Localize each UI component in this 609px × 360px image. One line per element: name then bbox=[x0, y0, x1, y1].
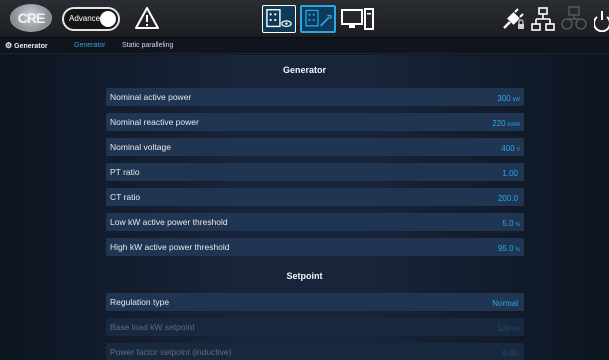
setting-row-high-kw-threshold[interactable]: High kW active power threshold 95.0% bbox=[106, 238, 524, 256]
diagram-view-icon[interactable] bbox=[300, 5, 336, 33]
setting-row-regulation-type[interactable]: Regulation type Normal bbox=[106, 293, 524, 311]
setting-label: Nominal voltage bbox=[110, 142, 171, 152]
setting-row-base-load-setpoint: Base load kW setpoint 100 kW bbox=[106, 318, 524, 336]
setting-label: Nominal active power bbox=[110, 92, 192, 102]
power-icon[interactable] bbox=[594, 6, 609, 32]
setting-row-ct-ratio[interactable]: CT ratio 200.0 bbox=[106, 188, 524, 206]
generator-icon: ⚙ bbox=[5, 41, 13, 50]
setting-label: Power factor setpoint (inductive) bbox=[110, 347, 232, 357]
setting-label: Regulation type bbox=[110, 297, 170, 307]
tab-generator-home[interactable]: ⚙ Generator bbox=[5, 41, 48, 50]
computer-icon[interactable] bbox=[340, 5, 376, 33]
setting-label: CT ratio bbox=[110, 192, 141, 202]
setting-row-power-factor-setpoint: Power factor setpoint (inductive) 0.80 bbox=[106, 343, 524, 360]
setting-row-nominal-active-power[interactable]: Nominal active power 300 kW bbox=[106, 88, 524, 106]
setting-label: High kW active power threshold bbox=[110, 242, 230, 252]
tab-generator[interactable]: Generator bbox=[74, 42, 106, 49]
setting-row-low-kw-threshold[interactable]: Low kW active power threshold 5.0% bbox=[106, 213, 524, 231]
tab-bar: ⚙ Generator Generator Static paralleling bbox=[0, 38, 609, 54]
setting-value: 100 kW bbox=[497, 324, 520, 333]
setting-value[interactable]: 95.0% bbox=[498, 238, 520, 256]
setting-label: Nominal reactive power bbox=[110, 117, 199, 127]
top-toolbar: CRE Advanced bbox=[0, 0, 609, 38]
setting-value[interactable]: 5.0% bbox=[502, 213, 520, 231]
setting-value[interactable]: 400 V bbox=[501, 138, 520, 156]
logo-text: CRE bbox=[17, 10, 46, 26]
setting-value[interactable]: 220 kVAR bbox=[492, 113, 520, 131]
section-title-setpoint: Setpoint bbox=[286, 271, 323, 281]
io-view-icon[interactable] bbox=[262, 5, 296, 33]
setting-row-pt-ratio[interactable]: PT ratio 1.00 bbox=[106, 163, 524, 181]
advanced-mode-toggle[interactable]: Advanced bbox=[62, 7, 120, 31]
setting-row-nominal-reactive-power[interactable]: Nominal reactive power 220 kVAR bbox=[106, 113, 524, 131]
company-logo[interactable]: CRE bbox=[10, 4, 52, 32]
setting-value[interactable]: 200.0 bbox=[498, 188, 520, 206]
setting-value[interactable]: 300 kW bbox=[497, 88, 520, 106]
setting-label: Low kW active power threshold bbox=[110, 217, 228, 227]
setting-value[interactable]: Normal bbox=[492, 293, 520, 311]
setting-value: 0.80 bbox=[502, 349, 518, 358]
section-title-generator: Generator bbox=[282, 65, 326, 75]
tab-static-paralleling[interactable]: Static paralleling bbox=[122, 42, 173, 49]
setting-label: Base load kW setpoint bbox=[110, 322, 195, 332]
warning-icon[interactable] bbox=[134, 5, 160, 31]
plug-lock-icon[interactable] bbox=[500, 6, 526, 32]
setting-row-nominal-voltage[interactable]: Nominal voltage 400 V bbox=[106, 138, 524, 156]
setting-value[interactable]: 1.00 bbox=[502, 163, 520, 181]
network-icon[interactable] bbox=[530, 6, 556, 32]
sync-icon[interactable] bbox=[561, 6, 587, 32]
settings-panel: Generator Nominal active power 300 kW Nom… bbox=[0, 55, 609, 360]
setting-label: PT ratio bbox=[110, 167, 140, 177]
tab-home-label: Generator bbox=[14, 43, 48, 50]
toggle-knob bbox=[100, 11, 116, 27]
